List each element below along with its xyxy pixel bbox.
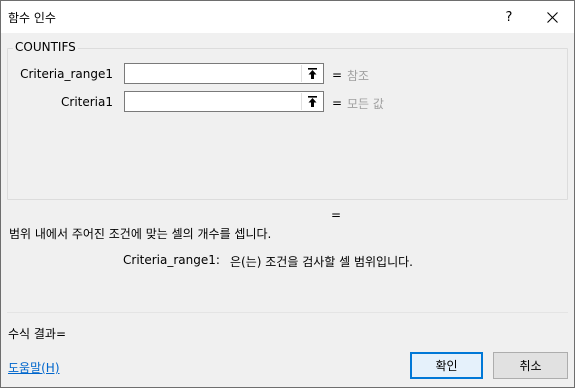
criteria-range1-equals: =	[332, 68, 343, 82]
criteria-range1-collapse-button[interactable]	[301, 65, 322, 82]
help-button[interactable]: ?	[491, 1, 527, 33]
close-button[interactable]	[531, 1, 573, 33]
criteria1-field[interactable]	[124, 91, 324, 112]
argument-description-name: Criteria_range1:	[123, 253, 220, 267]
criteria-range1-result: 참조	[347, 69, 370, 83]
close-icon	[546, 11, 558, 23]
function-description: 범위 내에서 주어진 조건에 맞는 셀의 개수를 셉니다.	[9, 227, 272, 241]
criteria-range1-input[interactable]	[125, 64, 299, 83]
question-mark-icon: ?	[505, 9, 513, 25]
criteria-range1-label: Criteria_range1	[20, 67, 113, 81]
divider	[7, 312, 568, 313]
criteria1-input[interactable]	[125, 92, 299, 111]
function-name-label: COUNTIFS	[13, 40, 78, 54]
criteria-range1-field[interactable]	[124, 63, 324, 84]
criteria1-result: 모든 값	[347, 97, 384, 111]
function-arguments-dialog: 함수 인수 ? COUNTIFS Criteria_range1 = 참조 Cr…	[0, 0, 575, 388]
formula-result-label: 수식 결과=	[8, 327, 67, 341]
ok-button[interactable]: 확인	[410, 352, 483, 379]
criteria1-collapse-button[interactable]	[301, 93, 322, 110]
function-result-equals: =	[331, 208, 342, 222]
cancel-button[interactable]: 취소	[493, 352, 568, 379]
criteria1-equals: =	[332, 96, 343, 110]
dialog-title: 함수 인수	[8, 11, 56, 25]
cancel-button-label: 취소	[519, 359, 542, 373]
criteria1-label: Criteria1	[61, 95, 113, 109]
argument-description-text: 은(는) 조건을 검사할 셀 범위입니다.	[230, 255, 413, 269]
ok-button-label: 확인	[435, 359, 458, 373]
collapse-dialog-icon	[307, 68, 317, 79]
help-link[interactable]: 도움말(H)	[8, 359, 60, 376]
collapse-dialog-icon	[307, 96, 317, 107]
title-bar: 함수 인수 ?	[1, 1, 574, 33]
